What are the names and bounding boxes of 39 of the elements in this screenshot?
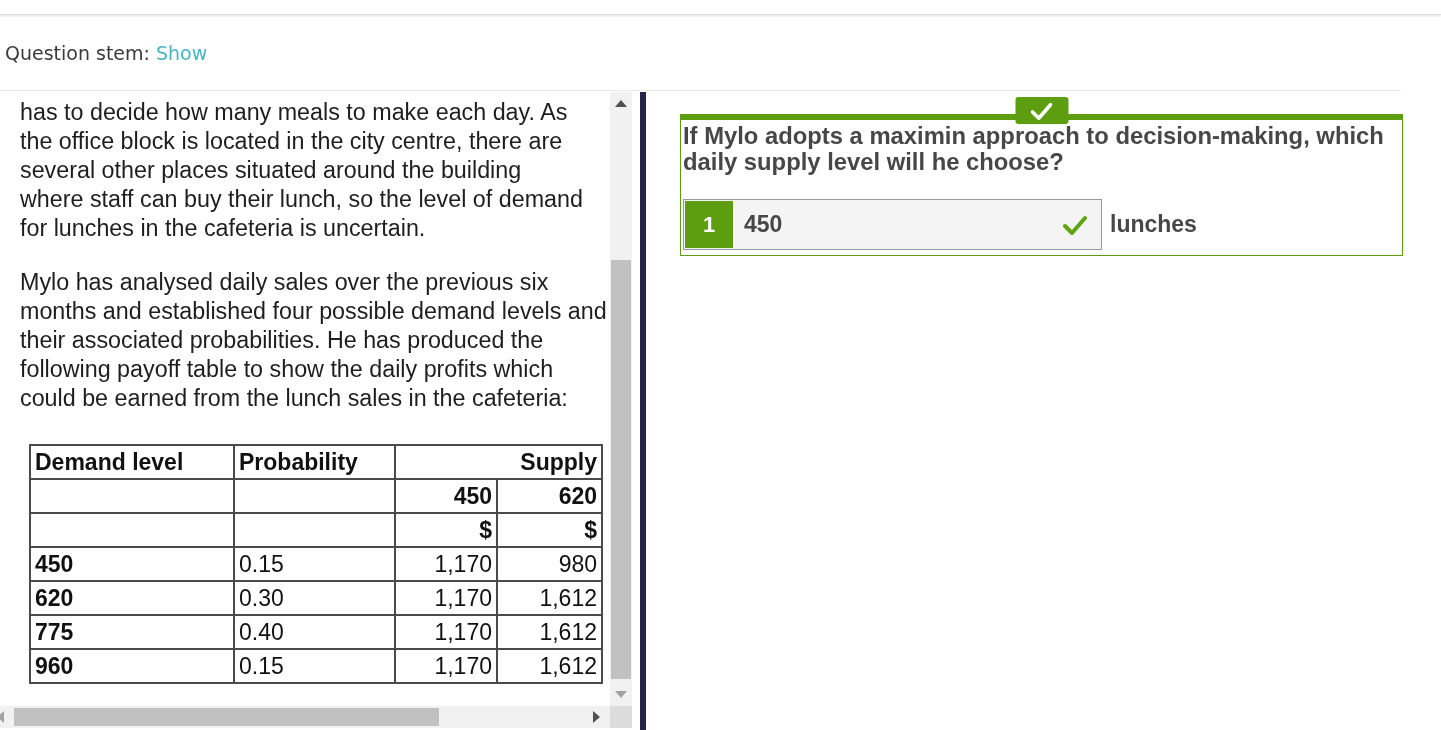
answer-field[interactable]: 1 450 — [683, 199, 1102, 250]
scroll-down-arrow-icon[interactable] — [615, 691, 627, 698]
question-text: If Mylo adopts a maximin approach to decision-making, which daily supply level will he choose? — [683, 123, 1385, 175]
table-cell: 0.15 — [234, 649, 395, 683]
scrollbar-thumb[interactable] — [14, 708, 439, 726]
unit-label: lunches — [1110, 211, 1197, 238]
table-cell: 980 — [497, 547, 602, 581]
table-header-cell: $ — [395, 513, 497, 547]
table-header-cell: Demand level — [30, 445, 234, 479]
scrollbar-thumb[interactable] — [611, 260, 631, 679]
table-cell: 1,612 — [497, 615, 602, 649]
scrollbar-corner — [610, 706, 632, 728]
table-header-cell: 450 — [395, 479, 497, 513]
scenario-paragraph: Mylo has analysed daily sales over the previous six months and established four possible demand levels and their associated probabilities. He has produced the following payoff table to show the daily profits which could be earned from the lunch sales in the cafeteria: — [20, 268, 608, 413]
table-cell: 1,612 — [497, 581, 602, 615]
table-cell: 450 — [30, 547, 234, 581]
table-cell: 1,612 — [497, 649, 602, 683]
table-cell: 0.30 — [234, 581, 395, 615]
table-cell: 1,170 — [395, 581, 497, 615]
table-cell: 775 — [30, 615, 234, 649]
scenario-paragraph: has to decide how many meals to make each day. As the office block is located in the city centre, there are several other places situated around the building where staff can buy their lunch, so the level of demand for lunches in the cafeteria is uncertain. — [20, 98, 584, 243]
table-cell: 620 — [30, 581, 234, 615]
answer-number-badge: 1 — [685, 201, 733, 248]
table-cell: 0.15 — [234, 547, 395, 581]
table-header-cell: Supply — [395, 445, 602, 479]
table-cell: 960 — [30, 649, 234, 683]
table-cell: 0.40 — [234, 615, 395, 649]
scroll-up-arrow-icon[interactable] — [615, 100, 627, 107]
table-header-cell: $ — [497, 513, 602, 547]
table-header-cell: 620 — [497, 479, 602, 513]
table-header-cell: Probability — [234, 445, 395, 479]
horizontal-scrollbar[interactable] — [0, 706, 610, 728]
question-stem-label: Question stem: — [5, 41, 150, 64]
table-cell: 1,170 — [395, 649, 497, 683]
table-cell: 1,170 — [395, 615, 497, 649]
scroll-right-arrow-icon[interactable] — [593, 711, 600, 723]
table-cell: 1,170 — [395, 547, 497, 581]
vertical-scrollbar[interactable] — [610, 92, 632, 706]
scroll-left-arrow-icon[interactable] — [0, 711, 4, 723]
